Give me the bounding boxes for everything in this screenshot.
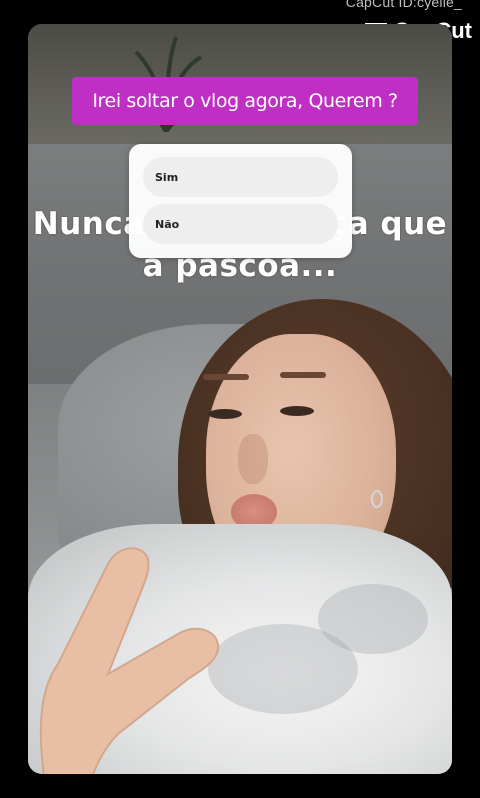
left-eye xyxy=(208,409,242,419)
story-photo xyxy=(28,24,452,774)
blanket-fold xyxy=(318,584,428,654)
nose xyxy=(238,434,268,484)
right-brow xyxy=(280,372,326,378)
peace-hand xyxy=(39,547,220,774)
right-eye xyxy=(280,406,314,416)
question-sticker: Irei soltar o vlog agora, Querem ? xyxy=(72,77,418,125)
earring xyxy=(371,490,383,508)
poll-option-sim[interactable]: Sim xyxy=(143,157,338,197)
capcut-id-watermark: CapCut ID:cyelle_ xyxy=(345,0,462,10)
poll-sticker: Sim Não xyxy=(129,144,352,258)
poll-option-nao[interactable]: Não xyxy=(143,204,338,244)
video-frame: CapCut ID:cyelle_ CapCut xyxy=(0,0,480,798)
left-brow xyxy=(203,374,249,380)
